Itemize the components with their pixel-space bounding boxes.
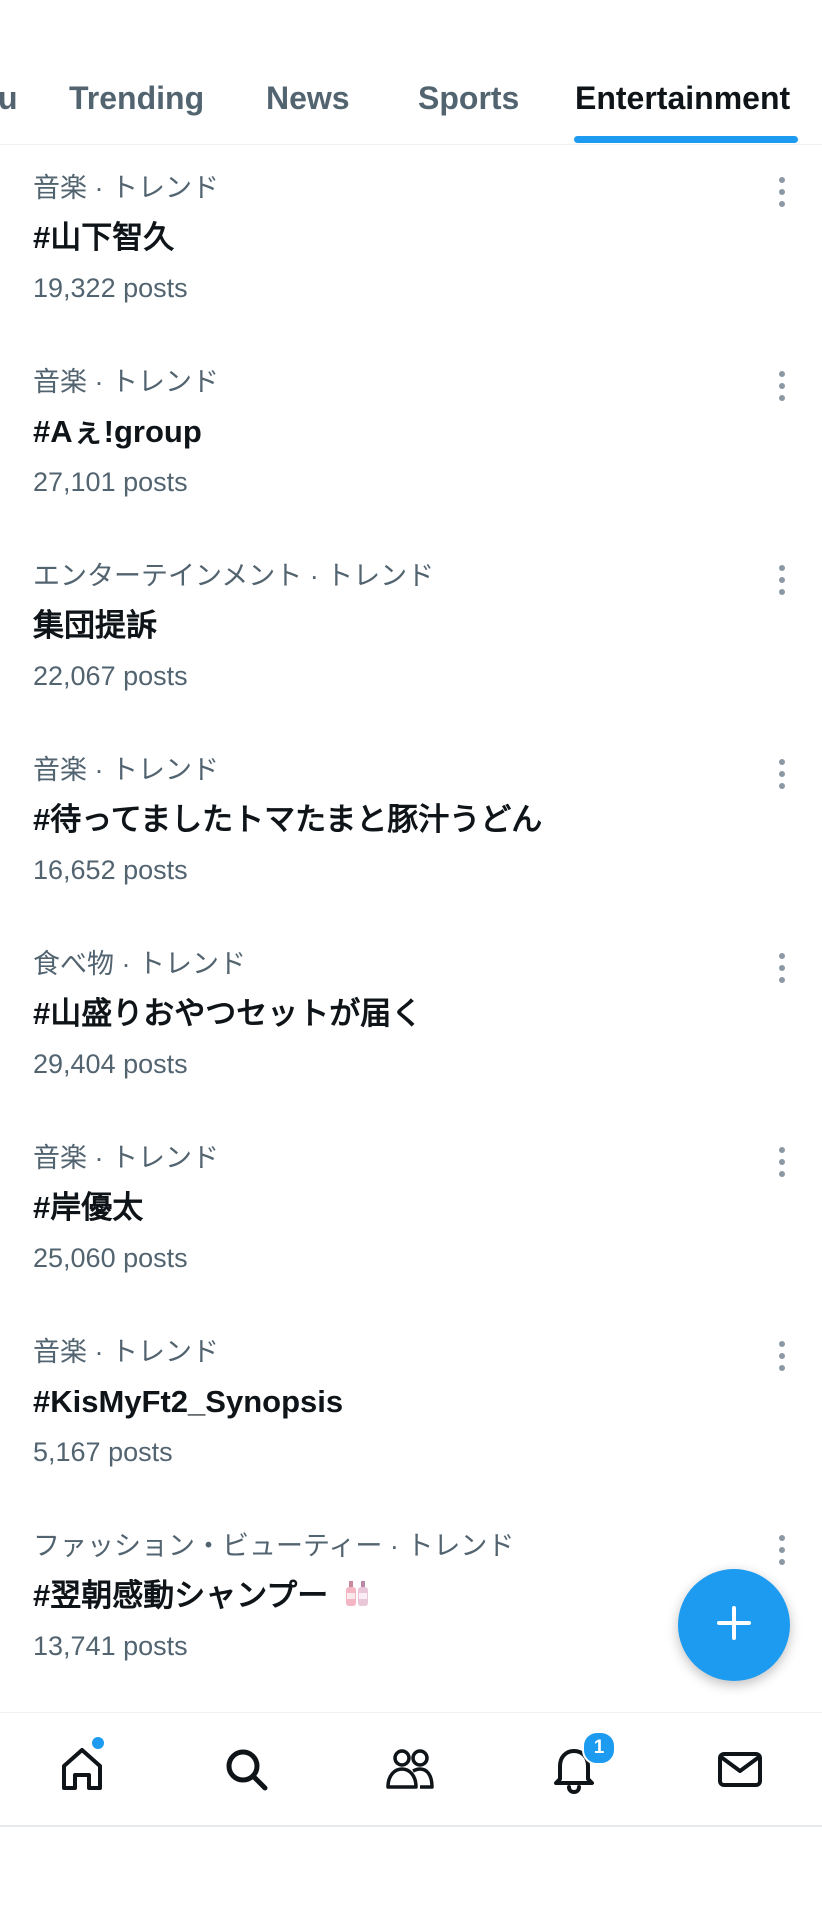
bottom-navigation: 1 [0,1712,822,1827]
tab-entertainment[interactable]: Entertainment [575,76,790,120]
home-icon[interactable] [54,1735,110,1797]
trend-title: #山下智久 [33,220,175,255]
communities-icon[interactable] [382,1741,438,1797]
tab-for-you[interactable]: u [0,76,18,120]
trend-title-text: #翌朝感動シャンプー [33,1578,329,1613]
more-options-icon[interactable] [770,174,794,210]
trend-item[interactable]: 音楽 · トレンド #山下智久 19,322 posts [0,152,822,346]
trend-category: 音楽 · トレンド [33,1143,219,1173]
tab-news[interactable]: News [266,76,350,120]
trend-post-count: 27,101 posts [33,467,188,497]
more-options-icon[interactable] [770,756,794,792]
trend-post-count: 22,067 posts [33,661,188,691]
trend-title: #Aぇ!group [33,414,202,449]
notifications-icon[interactable]: 1 [546,1731,616,1797]
more-options-icon[interactable] [770,1338,794,1374]
trend-category: 音楽 · トレンド [33,173,219,203]
messages-icon[interactable] [712,1741,768,1797]
trend-category: 音楽 · トレンド [33,755,219,785]
explore-tabs: u Trending News Sports Entertainment [0,0,822,145]
trend-item[interactable]: 音楽 · トレンド #待ってましたトマたまと豚汁うどん 16,652 posts [0,734,822,928]
more-options-icon[interactable] [770,368,794,404]
trend-item[interactable]: 音楽 · トレンド #岸優太 25,060 posts [0,1122,822,1316]
trend-post-count: 19,322 posts [33,273,188,303]
trend-post-count: 29,404 posts [33,1049,188,1079]
notification-count-badge: 1 [582,1731,616,1765]
trend-item[interactable]: 音楽 · トレンド #Aぇ!group 27,101 posts [0,346,822,540]
more-options-icon[interactable] [770,950,794,986]
trend-title: #岸優太 [33,1190,144,1225]
trend-category: 音楽 · トレンド [33,367,219,397]
compose-post-button[interactable] [678,1569,790,1681]
trend-item[interactable]: 音楽 · トレンド #KisMyFt2_Synopsis 5,167 posts [0,1316,822,1510]
trend-category: ファッション・ビューティー · トレンド [33,1531,515,1561]
more-options-icon[interactable] [770,1532,794,1568]
trend-post-count: 5,167 posts [33,1437,173,1467]
trend-title: #KisMyFt2_Synopsis [33,1384,344,1419]
tab-trending[interactable]: Trending [69,76,204,120]
trend-category: 音楽 · トレンド [33,1337,219,1367]
trend-title: #翌朝感動シャンプー [33,1576,371,1618]
more-options-icon[interactable] [770,1144,794,1180]
trend-post-count: 25,060 posts [33,1243,188,1273]
trend-title: #待ってましたトマたまと豚汁うどん [33,802,543,837]
trend-item[interactable]: エンターテインメント · トレンド 集団提訴 22,067 posts [0,540,822,734]
more-options-icon[interactable] [770,562,794,598]
trend-title: 集団提訴 [33,608,157,643]
trend-post-count: 13,741 posts [33,1631,188,1661]
trend-category: 食べ物 · トレンド [33,949,246,979]
trend-title: #山盛りおやつセットが届く [33,996,423,1031]
search-icon[interactable] [218,1741,274,1797]
shampoo-bottle-icon [343,1578,371,1618]
active-tab-indicator [574,136,798,143]
trend-post-count: 16,652 posts [33,855,188,885]
home-unread-dot [90,1735,106,1751]
tab-sports[interactable]: Sports [418,76,519,120]
trend-item[interactable]: 食べ物 · トレンド #山盛りおやつセットが届く 29,404 posts [0,928,822,1122]
plus-icon [714,1603,754,1648]
trend-category: エンターテインメント · トレンド [33,561,435,591]
